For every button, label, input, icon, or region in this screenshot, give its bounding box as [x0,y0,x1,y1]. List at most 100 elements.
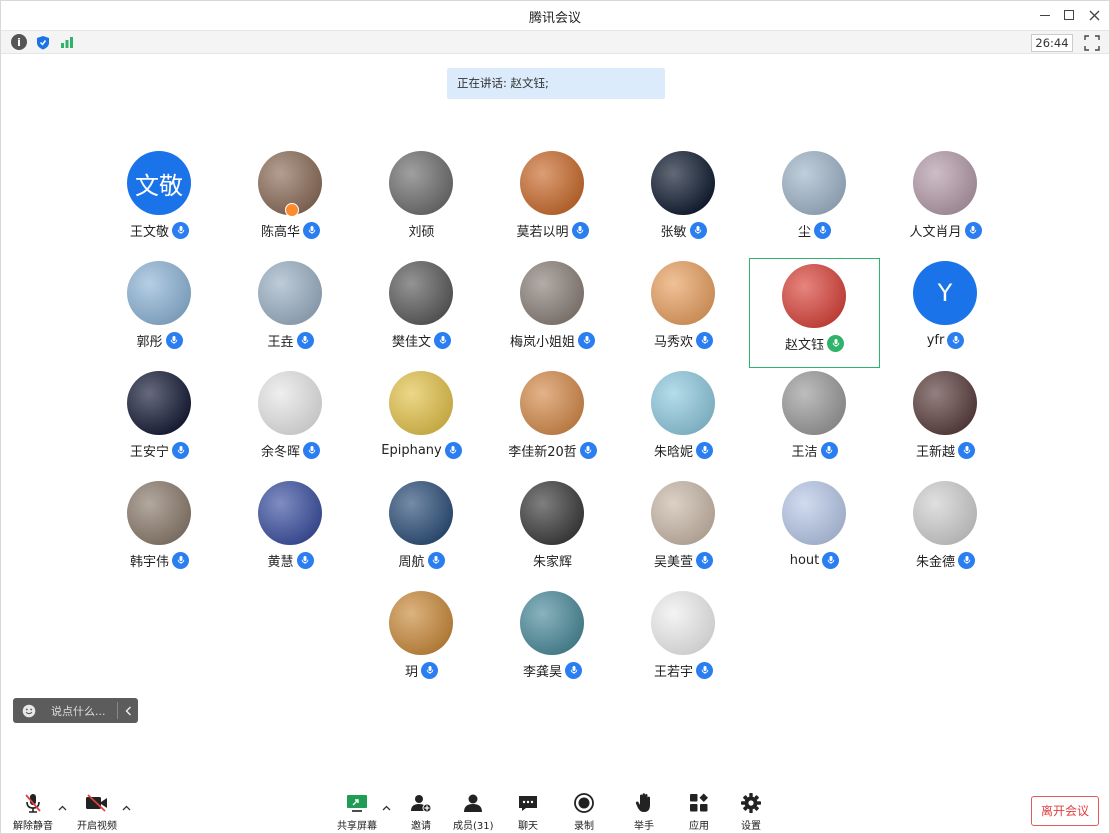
chat-placeholder[interactable]: 说点什么... [51,703,111,719]
avatar [782,371,846,435]
security-shield-icon[interactable] [35,34,51,50]
start-video-button[interactable]: 开启视频 [77,791,117,832]
participant-tile[interactable]: 李佳新20哲 [487,368,618,478]
avatar [913,151,977,215]
participant-tile[interactable]: 梅岚小姐姐 [487,258,618,368]
avatar: Y [913,261,977,325]
minimize-button[interactable] [1035,5,1055,25]
participant-tile[interactable]: 王新越 [880,368,1011,478]
network-signal-icon[interactable] [59,34,75,50]
participant-tile[interactable]: 郭彤 [94,258,225,368]
participant-tile[interactable]: 人文肖月 [880,148,1011,258]
participant-name: Epiphany [381,442,442,458]
participant-tile[interactable]: 周航 [356,478,487,588]
participant-tile[interactable]: 吴美萱 [618,478,749,588]
participant-name-row: hout [749,550,880,570]
participant-tile[interactable]: 朱家辉 [487,478,618,588]
mic-on-icon [578,331,595,349]
record-button[interactable]: 录制 [571,791,597,832]
participant-tile[interactable]: 文敬 王文敬 [94,148,225,258]
title-bar: 腾讯会议 [1,1,1109,29]
participant-tile[interactable]: 王垚 [225,258,356,368]
chat-quick-input[interactable]: 说点什么... [13,698,138,723]
members-button[interactable]: 成员(31) [453,791,494,832]
info-icon[interactable]: i [11,34,27,50]
invite-button[interactable]: 邀请 [408,791,434,832]
participant-tile[interactable]: 刘硕 [356,148,487,258]
participant-tile[interactable]: 王若宇 [618,588,749,698]
audio-options-caret[interactable] [57,803,67,813]
mic-on-icon [820,441,838,459]
participant-name-row: 尘 [749,220,880,240]
participant-name-row: 陈高华 [225,220,356,240]
share-options-caret[interactable] [381,803,391,813]
participant-tile[interactable]: 王洁 [749,368,880,478]
avatar [127,261,191,325]
collapse-chat-button[interactable] [118,706,138,716]
members-icon [460,791,486,815]
share-screen-label: 共享屏幕 [337,821,377,832]
participant-tile[interactable]: 赵文钰 [749,258,880,368]
participant-tile[interactable]: hout [749,478,880,588]
participant-name-row: 吴美萱 [618,550,749,570]
participant-name-row: 玥 [356,660,487,680]
participant-tile[interactable]: 余冬晖 [225,368,356,478]
avatar [389,371,453,435]
participant-tile[interactable]: 尘 [749,148,880,258]
leave-meeting-button[interactable]: 离开会议 [1031,796,1099,826]
mic-on-icon [947,331,965,349]
participant-name: 梅岚小姐姐 [509,334,575,350]
participant-name: 朱晗妮 [653,444,693,460]
apps-button[interactable]: 应用 [686,791,712,832]
participant-tile[interactable]: 张敏 [618,148,749,258]
avatar [389,151,453,215]
participant-tile[interactable]: 朱晗妮 [618,368,749,478]
participant-name: 朱家辉 [532,554,572,570]
participant-name: 赵文钰 [784,337,824,353]
invite-user-icon [408,791,434,815]
participant-name: hout [789,552,820,568]
participant-tile[interactable]: Yyfr [880,258,1011,368]
participant-tile[interactable]: 樊佳文 [356,258,487,368]
participant-tile[interactable]: 马秀欢 [618,258,749,368]
mic-on-icon [303,441,320,459]
participant-name-row: 余冬晖 [225,440,356,460]
participant-tile[interactable]: 韩宇伟 [94,478,225,588]
mic-on-icon [696,331,713,349]
maximize-button[interactable] [1059,5,1079,25]
mic-on-icon [444,441,462,459]
avatar [520,481,584,545]
participant-tile[interactable]: 朱金德 [880,478,1011,588]
participant-tile[interactable]: 黄慧 [225,478,356,588]
avatar [258,371,322,435]
mic-on-icon [434,331,451,349]
mic-on-icon [296,331,314,349]
participant-tile[interactable]: 王安宁 [94,368,225,478]
avatar [651,481,715,545]
mic-on-icon [571,221,589,239]
participant-name-row: 王若宇 [618,660,749,680]
fullscreen-icon[interactable] [1084,35,1100,51]
raise-hand-button[interactable]: 举手 [631,791,657,832]
settings-button[interactable]: 设置 [738,791,764,832]
avatar [520,151,584,215]
participant-tile[interactable]: 玥 [356,588,487,698]
participant-tile[interactable]: Epiphany [356,368,487,478]
mic-on-icon [696,441,713,459]
unmute-button[interactable]: 解除静音 [13,791,53,832]
video-options-caret[interactable] [121,803,131,813]
chat-button[interactable]: 聊天 [515,791,541,832]
close-icon [1089,10,1099,20]
avatar [520,261,584,325]
microphone-muted-icon [20,791,46,815]
participant-tile[interactable]: 陈高华 [225,148,356,258]
participant-name-row: 刘硕 [356,220,487,240]
avatar [782,151,846,215]
share-screen-button[interactable]: 共享屏幕 [337,791,377,832]
emoji-icon[interactable] [19,701,39,721]
close-button[interactable] [1084,5,1104,25]
participant-tile[interactable]: 莫若以明 [487,148,618,258]
participant-tile[interactable]: 李龚昊 [487,588,618,698]
mic-on-icon [814,221,831,239]
avatar [258,261,322,325]
